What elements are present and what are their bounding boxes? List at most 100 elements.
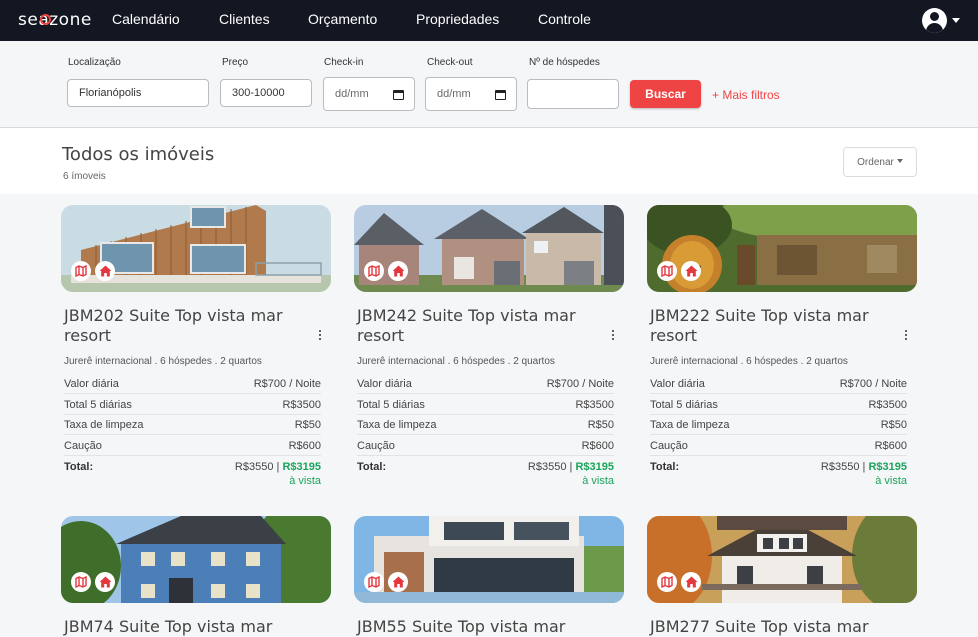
property-photo[interactable] xyxy=(61,205,331,292)
cleaning-fee-value: R$50 xyxy=(587,419,614,431)
chevron-down-icon[interactable] xyxy=(952,18,960,23)
calendar-icon[interactable] xyxy=(495,90,506,100)
page-title: Todos os imóveis xyxy=(62,144,215,165)
checkout-placeholder: dd/mm xyxy=(437,88,471,100)
map-icon[interactable] xyxy=(71,572,91,592)
deposit-row: Caução R$600 xyxy=(650,436,907,456)
total-value: R$3550 | R$3195 xyxy=(527,461,614,473)
property-photo[interactable] xyxy=(354,516,624,603)
property-title[interactable]: JBM55 Suite Top vista mar xyxy=(357,617,597,637)
total-5-nights-row: Total 5 diárias R$3500 xyxy=(357,395,614,415)
total-label: Total: xyxy=(357,461,387,473)
total-cash-amount: R$3195 xyxy=(575,461,614,473)
daily-rate-label: Valor diária xyxy=(64,378,119,390)
deposit-row: Caução R$600 xyxy=(357,436,614,456)
checkin-date-input[interactable]: dd/mm xyxy=(323,77,415,111)
deposit-label: Caução xyxy=(64,440,102,452)
property-details: Jurerê internacional . 6 hóspedes . 2 qu… xyxy=(357,356,555,367)
property-photo[interactable] xyxy=(647,516,917,603)
total-5-nights-label: Total 5 diárias xyxy=(64,399,132,411)
cash-label: à vista xyxy=(289,475,321,487)
total-5-nights-value: R$3500 xyxy=(575,399,614,411)
property-count: 6 ímoveis xyxy=(63,171,106,182)
checkin-placeholder: dd/mm xyxy=(335,88,369,100)
map-icon[interactable] xyxy=(364,572,384,592)
property-details: Jurerê internacional . 6 hóspedes . 2 qu… xyxy=(64,356,262,367)
total-amount: R$3550 xyxy=(234,461,274,473)
total-label: Total: xyxy=(650,461,680,473)
more-options-icon[interactable] xyxy=(612,330,616,342)
property-title[interactable]: JBM277 Suite Top vista mar xyxy=(650,617,890,637)
more-options-icon[interactable] xyxy=(319,330,323,342)
property-photo[interactable] xyxy=(647,205,917,292)
daily-rate-label: Valor diária xyxy=(650,378,705,390)
deposit-value: R$600 xyxy=(874,440,907,452)
nav-clientes[interactable]: Clientes xyxy=(219,11,270,27)
nav-propriedades[interactable]: Propriedades xyxy=(416,11,499,27)
more-options-icon[interactable] xyxy=(905,330,909,342)
map-icon[interactable] xyxy=(657,572,677,592)
user-avatar-icon[interactable] xyxy=(922,8,947,33)
sort-label: Ordenar xyxy=(857,156,894,168)
map-icon[interactable] xyxy=(71,261,91,281)
property-photo[interactable] xyxy=(61,516,331,603)
checkin-label: Check-in xyxy=(324,57,364,68)
nav-calendario[interactable]: Calendário xyxy=(112,11,180,27)
cleaning-fee-row: Taxa de limpeza R$50 xyxy=(650,415,907,435)
property-photo[interactable] xyxy=(354,205,624,292)
daily-rate-row: Valor diária R$700 / Noite xyxy=(650,374,907,394)
calendar-icon[interactable] xyxy=(393,90,404,100)
daily-rate-value: R$700 / Noite xyxy=(253,378,321,390)
total-label: Total: xyxy=(64,461,94,473)
daily-rate-row: Valor diária R$700 / Noite xyxy=(64,374,321,394)
total-value: R$3550 | R$3195 xyxy=(820,461,907,473)
price-label: Preço xyxy=(222,57,249,68)
daily-rate-value: R$700 / Noite xyxy=(839,378,907,390)
search-button[interactable]: Buscar xyxy=(630,80,701,108)
property-details: Jurerê internacional . 6 hóspedes . 2 qu… xyxy=(650,356,848,367)
location-input[interactable]: Florianópolis xyxy=(67,79,209,107)
cash-label: à vista xyxy=(875,475,907,487)
total-cash-amount: R$3195 xyxy=(868,461,907,473)
cleaning-fee-label: Taxa de limpeza xyxy=(650,419,730,431)
sort-dropdown[interactable]: Ordenar xyxy=(843,147,917,177)
map-icon[interactable] xyxy=(657,261,677,281)
cleaning-fee-value: R$50 xyxy=(294,419,321,431)
map-icon[interactable] xyxy=(364,261,384,281)
total-cash-amount: R$3195 xyxy=(282,461,321,473)
home-icon[interactable] xyxy=(388,261,408,281)
more-filters-link[interactable]: + Mais filtros xyxy=(712,88,780,102)
deposit-value: R$600 xyxy=(581,440,614,452)
deposit-value: R$600 xyxy=(288,440,321,452)
nav-controle[interactable]: Controle xyxy=(538,11,591,27)
seazone-logo[interactable]: seazone xyxy=(18,10,92,30)
home-icon[interactable] xyxy=(681,572,701,592)
cleaning-fee-label: Taxa de limpeza xyxy=(64,419,144,431)
property-title[interactable]: JBM74 Suite Top vista mar xyxy=(64,617,304,637)
total-5-nights-value: R$3500 xyxy=(868,399,907,411)
home-icon[interactable] xyxy=(681,261,701,281)
cleaning-fee-label: Taxa de limpeza xyxy=(357,419,437,431)
home-icon[interactable] xyxy=(95,572,115,592)
property-title[interactable]: JBM222 Suite Top vista mar resort xyxy=(650,306,890,346)
cash-label: à vista xyxy=(582,475,614,487)
price-input[interactable]: 300-10000 xyxy=(220,79,312,107)
property-title[interactable]: JBM242 Suite Top vista mar resort xyxy=(357,306,597,346)
home-icon[interactable] xyxy=(95,261,115,281)
checkout-date-input[interactable]: dd/mm xyxy=(425,77,517,111)
total-5-nights-row: Total 5 diárias R$3500 xyxy=(650,395,907,415)
listing-header: Todos os imóveis 6 ímoveis Ordenar xyxy=(0,128,978,194)
total-value: R$3550 | R$3195 xyxy=(234,461,321,473)
total-amount: R$3550 xyxy=(820,461,860,473)
filter-bar: Localização Florianópolis Preço 300-1000… xyxy=(0,41,978,128)
cleaning-fee-value: R$50 xyxy=(880,419,907,431)
property-title[interactable]: JBM202 Suite Top vista mar resort xyxy=(64,306,304,346)
daily-rate-label: Valor diária xyxy=(357,378,412,390)
caret-down-icon xyxy=(896,159,903,163)
nav-orcamento[interactable]: Orçamento xyxy=(308,11,377,27)
cleaning-fee-row: Taxa de limpeza R$50 xyxy=(357,415,614,435)
daily-rate-value: R$700 / Noite xyxy=(546,378,614,390)
guests-input[interactable] xyxy=(527,79,619,109)
home-icon[interactable] xyxy=(388,572,408,592)
deposit-label: Caução xyxy=(650,440,688,452)
